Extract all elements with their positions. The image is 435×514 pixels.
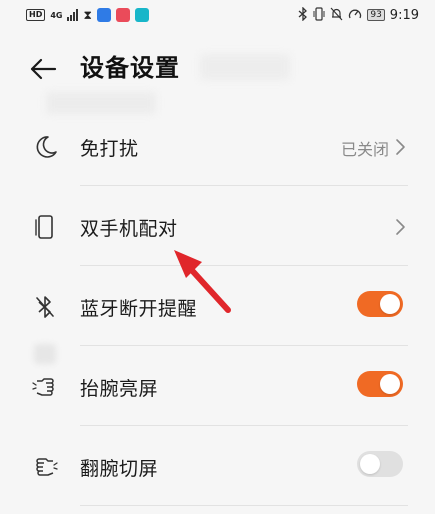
redacted-area bbox=[200, 54, 290, 80]
battery-level: 93 bbox=[370, 10, 382, 20]
setting-value: 已关闭 bbox=[340, 140, 389, 159]
toggle-knob bbox=[360, 454, 380, 474]
device-settings-screen: HD 4G ⧗ 93 9:19 设备设置 免打扰 已关闭 双手机配对 蓝牙断开提… bbox=[0, 0, 435, 514]
status-bar-left: HD 4G ⧗ bbox=[26, 8, 149, 23]
setting-label: 双手机配对 bbox=[80, 218, 178, 240]
app-notification-icon-2 bbox=[115, 8, 130, 22]
setting-row-raise-to-wake: 抬腕亮屏 bbox=[0, 346, 435, 426]
redacted-area bbox=[34, 344, 56, 364]
setting-label: 免打扰 bbox=[80, 138, 139, 160]
hd-indicator: HD bbox=[26, 9, 46, 21]
chevron-right-icon bbox=[395, 217, 407, 237]
back-button[interactable] bbox=[28, 54, 58, 84]
bluetooth-icon bbox=[298, 5, 308, 24]
network-type: 4G bbox=[50, 10, 63, 20]
raise-wrist-icon bbox=[30, 372, 60, 402]
signal-icon bbox=[67, 9, 79, 21]
status-time: 9:19 bbox=[389, 7, 419, 23]
moon-icon bbox=[30, 132, 60, 162]
chevron-right-icon bbox=[395, 137, 407, 157]
setting-label: 翻腕切屏 bbox=[80, 458, 159, 480]
setting-label: 抬腕亮屏 bbox=[80, 378, 159, 400]
setting-row-flip-wrist-switch: 翻腕切屏 bbox=[0, 426, 435, 506]
arrow-left-icon bbox=[30, 58, 57, 80]
toggle-knob bbox=[380, 294, 400, 314]
status-bar: HD 4G ⧗ 93 9:19 bbox=[0, 0, 435, 30]
raise-to-wake-toggle[interactable] bbox=[357, 371, 403, 397]
bluetooth-off-icon bbox=[30, 292, 60, 322]
speed-gauge-icon bbox=[348, 7, 362, 24]
setting-row-do-not-disturb[interactable]: 免打扰 已关闭 bbox=[0, 106, 435, 186]
setting-row-dual-phone-pairing[interactable]: 双手机配对 bbox=[0, 186, 435, 266]
setting-row-bluetooth-disconnect-alert: 蓝牙断开提醒 bbox=[0, 266, 435, 346]
app-notification-icon-3 bbox=[134, 8, 149, 22]
settings-list: 免打扰 已关闭 双手机配对 蓝牙断开提醒 抬腕亮屏 翻腕切屏 bbox=[0, 106, 435, 506]
flip-wrist-icon bbox=[30, 452, 60, 482]
hourglass-icon: ⧗ bbox=[83, 7, 92, 22]
vibrate-icon bbox=[313, 6, 325, 24]
page-title: 设备设置 bbox=[80, 54, 180, 82]
app-notification-icon-1 bbox=[96, 8, 111, 22]
setting-label: 蓝牙断开提醒 bbox=[80, 298, 198, 320]
status-bar-right: 93 9:19 bbox=[298, 5, 419, 24]
phone-icon bbox=[30, 212, 60, 242]
toggle-knob bbox=[380, 374, 400, 394]
mute-bell-icon bbox=[330, 7, 343, 24]
battery-icon: 93 bbox=[367, 9, 385, 21]
divider bbox=[80, 505, 408, 506]
flip-wrist-toggle[interactable] bbox=[357, 451, 403, 477]
bluetooth-alert-toggle[interactable] bbox=[357, 291, 403, 317]
